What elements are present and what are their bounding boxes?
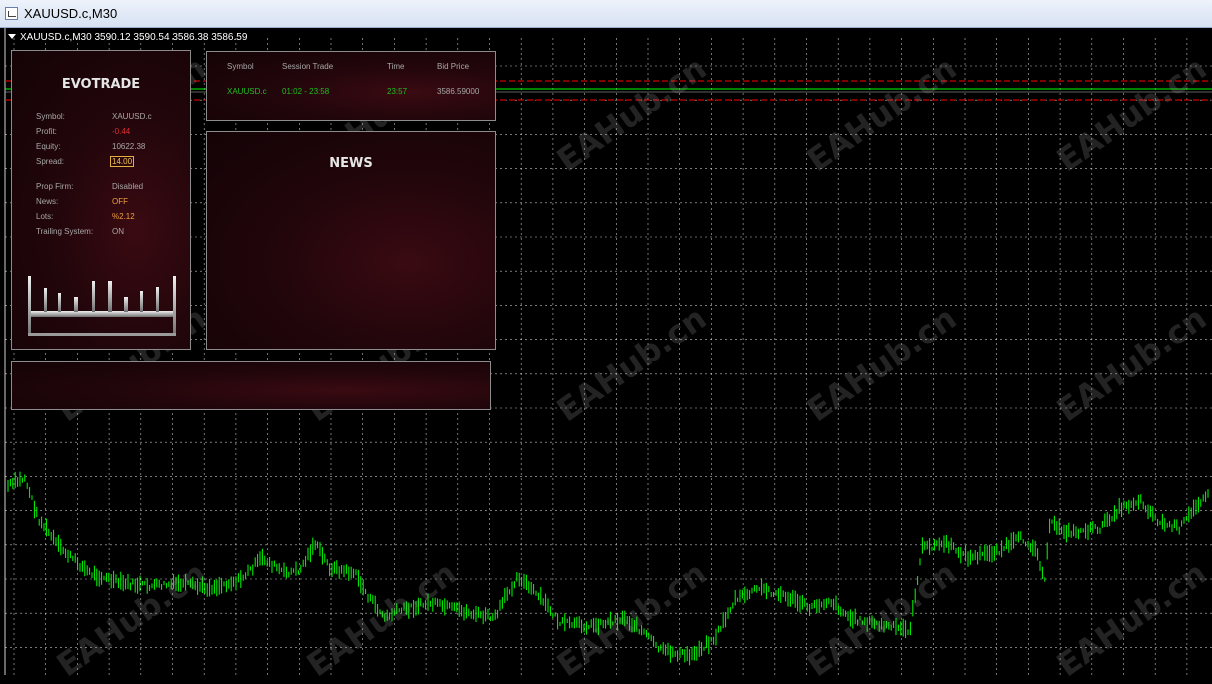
header-time: Time bbox=[387, 62, 405, 71]
lots-label: Lots: bbox=[36, 212, 54, 221]
propfirm-label: Prop Firm: bbox=[36, 182, 74, 191]
news-panel: NEWS bbox=[206, 131, 496, 350]
symbol-label: Symbol: bbox=[36, 112, 65, 121]
status-panel bbox=[11, 361, 491, 410]
trailing-label: Trailing System: bbox=[36, 227, 94, 236]
evotrade-info-panel: EVOTRADE Symbol: XAUUSD.c Profit: -0.44 … bbox=[11, 50, 191, 350]
window-title: XAUUSD.c,M30 bbox=[24, 6, 118, 21]
header-bid-price: Bid Price bbox=[437, 62, 470, 71]
chart-header-text: XAUUSD.c,M30 3590.12 3590.54 3586.38 358… bbox=[20, 32, 248, 43]
spread-label: Spread: bbox=[36, 157, 65, 166]
chart-window-icon bbox=[5, 7, 18, 20]
news-label: News: bbox=[36, 197, 59, 206]
news-title: NEWS bbox=[329, 156, 373, 171]
window-title-bar: XAUUSD.c,M30 bbox=[0, 0, 1212, 28]
trailing-value: ON bbox=[112, 227, 124, 236]
row-symbol: XAUUSD.c bbox=[227, 87, 267, 96]
chart-menu-triangle-icon[interactable] bbox=[8, 34, 16, 39]
header-symbol: Symbol bbox=[227, 62, 254, 71]
equity-label: Equity: bbox=[36, 142, 61, 151]
profit-value: -0.44 bbox=[112, 127, 131, 136]
lots-value: %2.12 bbox=[112, 212, 135, 221]
news-value: OFF bbox=[112, 197, 128, 206]
symbol-value: XAUUSD.c bbox=[112, 112, 152, 121]
row-time: 23:57 bbox=[387, 87, 408, 96]
row-bid-price: 3586.59000 bbox=[437, 87, 480, 96]
profit-label: Profit: bbox=[36, 127, 57, 136]
skyline-logo-icon bbox=[28, 276, 176, 336]
spread-value: 14.00 bbox=[110, 156, 135, 167]
equity-value: 10622.38 bbox=[112, 142, 146, 151]
propfirm-value: Disabled bbox=[112, 182, 144, 191]
evotrade-brand: EVOTRADE bbox=[61, 77, 141, 92]
row-session-trade: 01:02 - 23:58 bbox=[282, 87, 330, 96]
chart-header: XAUUSD.c,M30 3590.12 3590.54 3586.38 358… bbox=[8, 32, 247, 43]
header-session-trade: Session Trade bbox=[282, 62, 334, 71]
session-panel: Symbol Session Trade Time Bid Price XAUU… bbox=[206, 51, 496, 121]
